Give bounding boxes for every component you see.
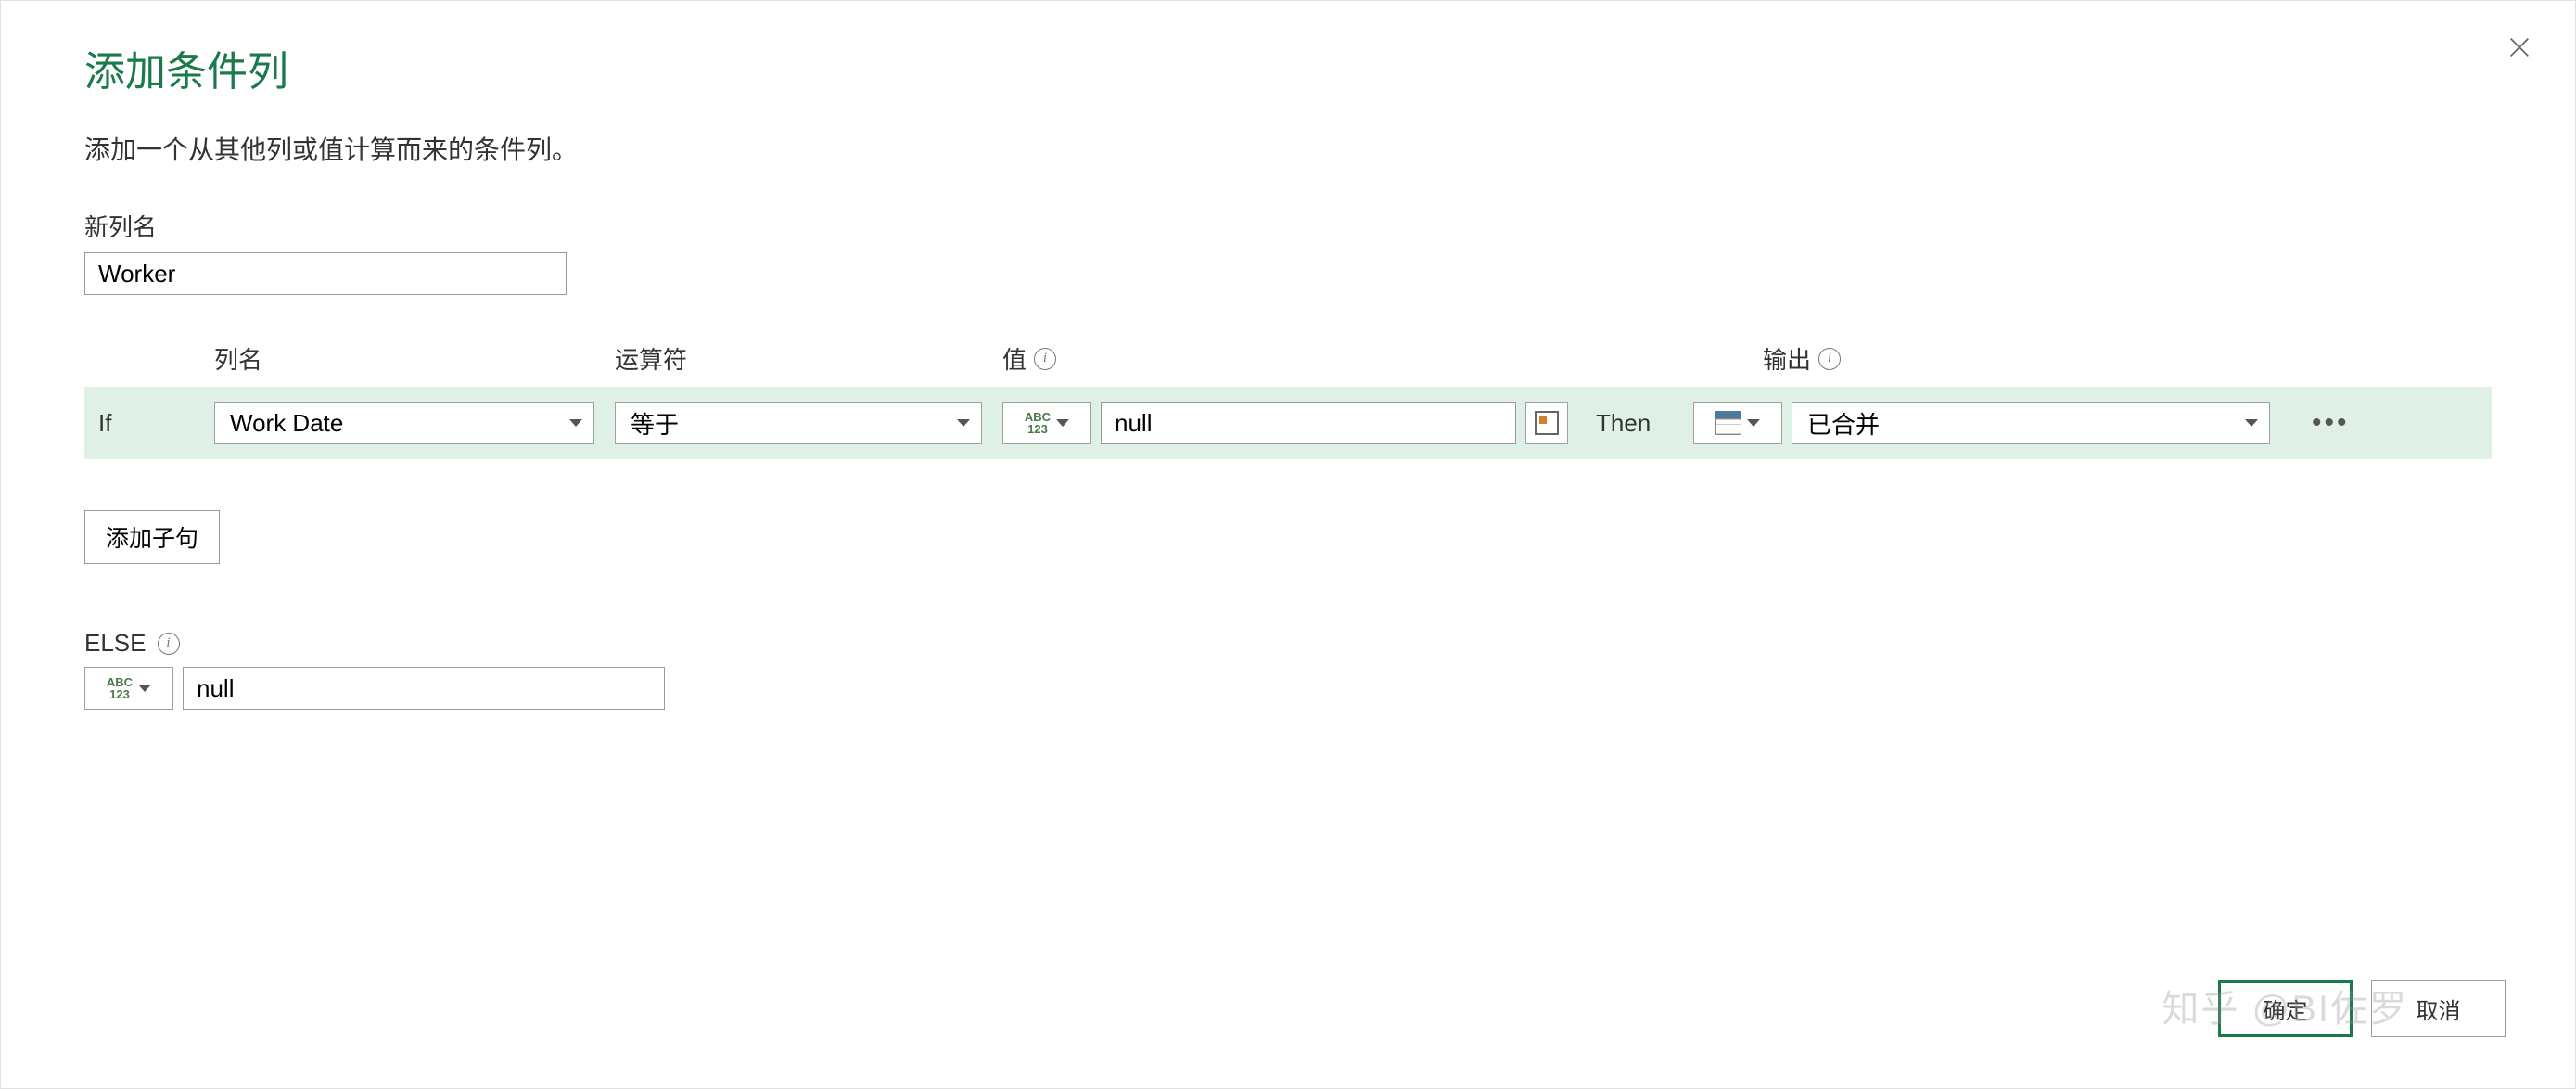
chevron-down-icon	[569, 419, 582, 427]
chevron-down-icon	[2245, 419, 2258, 427]
chevron-down-icon	[1747, 419, 1760, 427]
close-icon	[2506, 34, 2532, 60]
ok-button[interactable]: 确定	[2218, 980, 2353, 1037]
chevron-down-icon	[957, 419, 970, 427]
date-picker-button[interactable]	[1525, 402, 1568, 444]
more-options-button[interactable]: •••	[2302, 407, 2359, 439]
dialog-subtitle: 添加一个从其他列或值计算而来的条件列。	[84, 130, 2492, 167]
info-icon[interactable]: i	[1034, 348, 1056, 370]
chevron-down-icon	[138, 685, 151, 692]
info-icon[interactable]: i	[158, 633, 180, 655]
dialog-buttons: 确定 取消	[2218, 980, 2506, 1037]
condition-header-row: 列名 运算符 值 i 输出 i	[84, 341, 2492, 376]
abc123-icon: ABC123	[1025, 411, 1051, 435]
operator-select-value: 等于	[631, 406, 679, 441]
value-type-picker[interactable]: ABC123	[1002, 402, 1091, 444]
new-column-label: 新列名	[84, 209, 2492, 243]
column-select[interactable]: Work Date	[214, 402, 594, 444]
header-column-name: 列名	[214, 341, 615, 376]
ellipsis-icon: •••	[2312, 407, 2350, 438]
table-column-icon	[1715, 411, 1741, 435]
cancel-button[interactable]: 取消	[2371, 980, 2506, 1037]
else-value-input[interactable]	[183, 667, 665, 710]
output-select[interactable]: 已合并	[1792, 402, 2270, 444]
operator-select[interactable]: 等于	[615, 402, 982, 444]
output-select-value: 已合并	[1807, 406, 1880, 441]
else-type-picker[interactable]: ABC123	[84, 667, 173, 710]
else-label: ELSE	[84, 629, 147, 658]
header-operator: 运算符	[615, 341, 1002, 376]
add-conditional-column-dialog: 添加条件列 添加一个从其他列或值计算而来的条件列。 新列名 列名 运算符 值 i…	[1, 1, 2575, 1088]
if-label: If	[98, 409, 214, 438]
close-button[interactable]	[2501, 29, 2538, 66]
calendar-icon	[1535, 411, 1559, 435]
value-input[interactable]	[1101, 402, 1516, 444]
add-clause-button[interactable]: 添加子句	[84, 510, 220, 564]
header-value: 值 i	[1002, 341, 1763, 376]
new-column-name-input[interactable]	[84, 252, 567, 295]
chevron-down-icon	[1056, 419, 1069, 427]
header-output: 输出 i	[1763, 341, 1841, 376]
header-value-text: 值	[1002, 341, 1027, 376]
else-section: ELSE i ABC123	[84, 629, 2492, 710]
condition-row: If Work Date 等于 ABC123 Then	[84, 387, 2492, 459]
abc123-icon: ABC123	[107, 676, 133, 700]
header-output-text: 输出	[1763, 341, 1811, 376]
condition-area: 列名 运算符 值 i 输出 i If Work Date 等于	[84, 341, 2492, 459]
info-icon[interactable]: i	[1818, 348, 1841, 370]
dialog-title: 添加条件列	[84, 38, 2492, 97]
output-type-picker[interactable]	[1693, 402, 1782, 444]
column-select-value: Work Date	[230, 409, 343, 438]
then-label: Then	[1596, 409, 1693, 438]
